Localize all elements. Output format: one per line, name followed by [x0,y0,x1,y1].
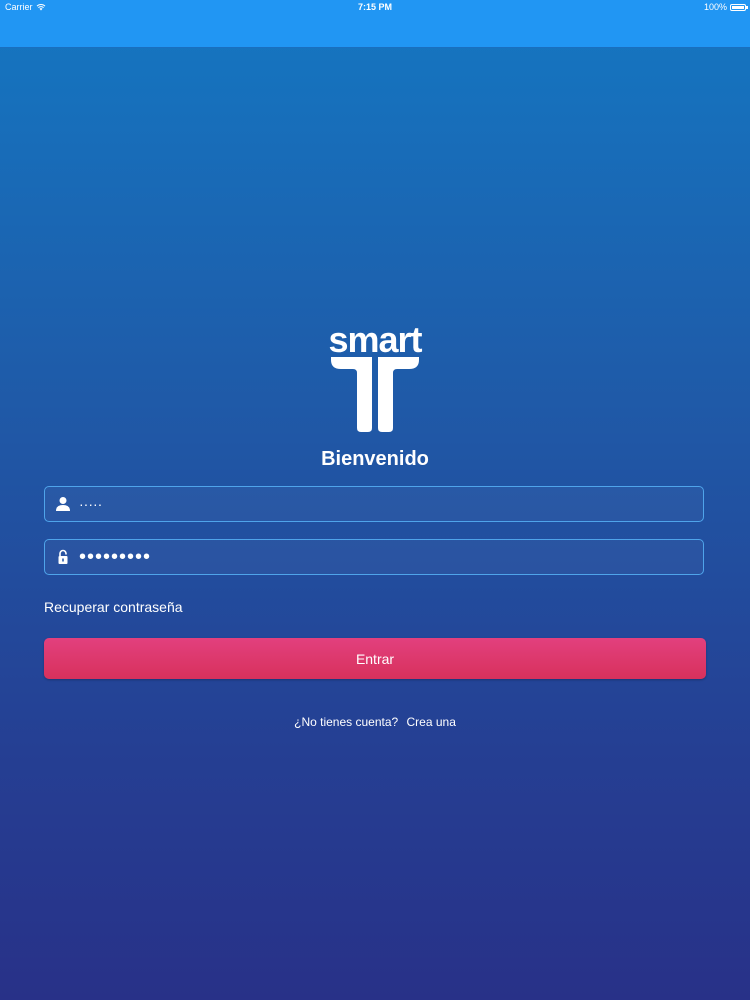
username-field[interactable] [44,486,704,522]
create-account-link[interactable]: Crea una [407,715,456,729]
navigation-bar [0,15,750,48]
signup-question: ¿No tienes cuenta? [294,715,399,729]
user-icon [56,497,70,511]
welcome-title: Bienvenido [321,448,429,470]
smart-t-logo: smart [328,322,424,432]
status-bar: Carrier 7:15 PM 100% [0,0,750,15]
password-field[interactable] [44,539,704,575]
battery-status: 100% [703,2,748,12]
status-time: 7:15 PM [357,2,392,12]
login-button[interactable]: Entrar [44,638,706,679]
battery-percent: 100% [703,2,727,12]
username-input[interactable] [79,487,689,521]
password-input[interactable] [79,540,689,574]
logo-text: smart [328,322,422,360]
battery-icon [730,3,748,11]
lock-icon [58,549,68,564]
signup-prompt: ¿No tienes cuenta? Crea una [0,715,750,729]
recover-password-link[interactable]: Recuperar contraseña [44,599,183,615]
